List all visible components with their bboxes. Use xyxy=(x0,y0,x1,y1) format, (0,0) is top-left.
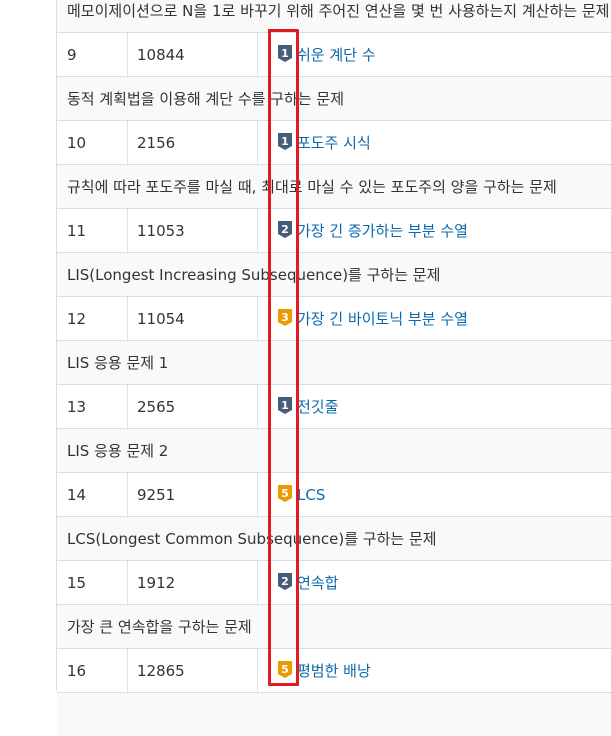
problem-description: 규칙에 따라 포도주를 마실 때, 최대로 마실 수 있는 포도주의 양을 구하… xyxy=(67,178,557,196)
problem-description: LIS(Longest Increasing Subsequence)를 구하는… xyxy=(67,266,441,284)
problem-id: 12865 xyxy=(137,662,185,680)
tier-badge-icon: 3 xyxy=(277,308,293,327)
problem-number: 12 xyxy=(67,310,87,328)
problem-title-cell: 2 연속합 xyxy=(277,561,611,605)
tier-badge-icon: 1 xyxy=(277,44,293,63)
column-divider xyxy=(257,561,258,605)
problem-number: 13 xyxy=(67,398,87,416)
description-row: LCS(Longest Common Subsequence)를 구하는 문제 xyxy=(57,516,611,560)
problem-description: LIS 응용 문제 2 xyxy=(67,442,169,460)
column-divider xyxy=(257,649,258,693)
column-divider xyxy=(257,473,258,517)
problem-description: LIS 응용 문제 1 xyxy=(67,354,169,372)
problem-title-cell: 1 쉬운 계단 수 xyxy=(277,33,611,77)
problem-title-link[interactable]: 쉬운 계단 수 xyxy=(297,46,376,64)
description-row: LIS 응용 문제 2 xyxy=(57,428,611,472)
problem-id: 11054 xyxy=(137,310,185,328)
column-divider xyxy=(257,297,258,341)
problem-title-link[interactable]: LCS xyxy=(297,486,325,504)
problem-title-cell: 5 LCS xyxy=(277,473,611,517)
column-divider xyxy=(257,209,258,253)
tier-badge-icon: 2 xyxy=(277,572,293,591)
problem-row: 13 2565 1 전깃줄 xyxy=(57,384,611,429)
problem-id: 1912 xyxy=(137,574,176,592)
problem-row: 9 10844 1 쉬운 계단 수 xyxy=(57,32,611,77)
problem-id: 11053 xyxy=(137,222,185,240)
column-divider xyxy=(127,297,128,341)
column-divider xyxy=(257,385,258,429)
column-divider xyxy=(127,121,128,165)
problem-number: 11 xyxy=(67,222,87,240)
column-divider xyxy=(127,385,128,429)
tier-level-label: 2 xyxy=(281,575,289,588)
problem-number: 14 xyxy=(67,486,87,504)
description-row xyxy=(57,692,611,736)
tier-level-label: 5 xyxy=(281,663,289,676)
problem-row: 10 2156 1 포도주 시식 xyxy=(57,120,611,165)
problem-list-page: 메모이제이션으로 N을 1로 바꾸기 위해 주어진 연산을 몇 번 사용하는지 … xyxy=(0,0,611,736)
description-row: 동적 계획법을 이용해 계단 수를 구하는 문제 xyxy=(57,76,611,120)
problem-row: 15 1912 2 연속합 xyxy=(57,560,611,605)
description-row: LIS 응용 문제 1 xyxy=(57,340,611,384)
problem-description: 가장 큰 연속합을 구하는 문제 xyxy=(67,618,252,636)
problem-id: 10844 xyxy=(137,46,185,64)
column-divider xyxy=(257,33,258,77)
problem-title-cell: 1 전깃줄 xyxy=(277,385,611,429)
tier-level-label: 2 xyxy=(281,223,289,236)
problem-title-link[interactable]: 포도주 시식 xyxy=(297,134,371,152)
problem-row: 16 12865 5 평범한 배낭 xyxy=(57,648,611,693)
problem-title-link[interactable]: 평범한 배낭 xyxy=(297,662,371,680)
column-divider xyxy=(257,121,258,165)
column-divider xyxy=(127,649,128,693)
tier-badge-icon: 1 xyxy=(277,132,293,151)
problem-number: 10 xyxy=(67,134,87,152)
problem-description: LCS(Longest Common Subsequence)를 구하는 문제 xyxy=(67,530,437,548)
tier-level-label: 1 xyxy=(281,47,289,60)
problem-title-link[interactable]: 전깃줄 xyxy=(297,398,338,416)
problem-title-link[interactable]: 가장 긴 바이토닉 부분 수열 xyxy=(297,310,468,328)
column-divider xyxy=(127,209,128,253)
problem-row: 11 11053 2 가장 긴 증가하는 부분 수열 xyxy=(57,208,611,253)
problem-title-cell: 3 가장 긴 바이토닉 부분 수열 xyxy=(277,297,611,341)
tier-badge-icon: 5 xyxy=(277,660,293,679)
description-row: 규칙에 따라 포도주를 마실 때, 최대로 마실 수 있는 포도주의 양을 구하… xyxy=(57,164,611,208)
problem-id: 2156 xyxy=(137,134,176,152)
tier-level-label: 1 xyxy=(281,135,289,148)
tier-level-label: 3 xyxy=(281,311,289,324)
left-gutter xyxy=(0,0,56,691)
tier-level-label: 5 xyxy=(281,487,289,500)
description-row: 가장 큰 연속합을 구하는 문제 xyxy=(57,604,611,648)
problem-id: 9251 xyxy=(137,486,176,504)
problem-title-cell: 1 포도주 시식 xyxy=(277,121,611,165)
problem-title-cell: 2 가장 긴 증가하는 부분 수열 xyxy=(277,209,611,253)
problem-row: 12 11054 3 가장 긴 바이토닉 부분 수열 xyxy=(57,296,611,341)
problem-row: 14 9251 5 LCS xyxy=(57,472,611,517)
problem-description: 동적 계획법을 이용해 계단 수를 구하는 문제 xyxy=(67,90,345,108)
column-divider xyxy=(127,561,128,605)
description-row: LIS(Longest Increasing Subsequence)를 구하는… xyxy=(57,252,611,296)
tier-badge-icon: 1 xyxy=(277,396,293,415)
problem-description: 메모이제이션으로 N을 1로 바꾸기 위해 주어진 연산을 몇 번 사용하는지 … xyxy=(67,2,610,20)
tier-level-label: 1 xyxy=(281,399,289,412)
problem-number: 15 xyxy=(67,574,87,592)
description-row: 메모이제이션으로 N을 1로 바꾸기 위해 주어진 연산을 몇 번 사용하는지 … xyxy=(57,0,611,32)
tier-badge-icon: 5 xyxy=(277,484,293,503)
problem-title-cell: 5 평범한 배낭 xyxy=(277,649,611,693)
tier-badge-icon: 2 xyxy=(277,220,293,239)
problem-title-link[interactable]: 가장 긴 증가하는 부분 수열 xyxy=(297,222,468,240)
problem-title-link[interactable]: 연속합 xyxy=(297,574,338,592)
column-divider xyxy=(127,33,128,77)
column-divider xyxy=(127,473,128,517)
problem-number: 9 xyxy=(67,46,77,64)
problem-number: 16 xyxy=(67,662,87,680)
problem-table: 메모이제이션으로 N을 1로 바꾸기 위해 주어진 연산을 몇 번 사용하는지 … xyxy=(56,0,611,736)
problem-id: 2565 xyxy=(137,398,176,416)
